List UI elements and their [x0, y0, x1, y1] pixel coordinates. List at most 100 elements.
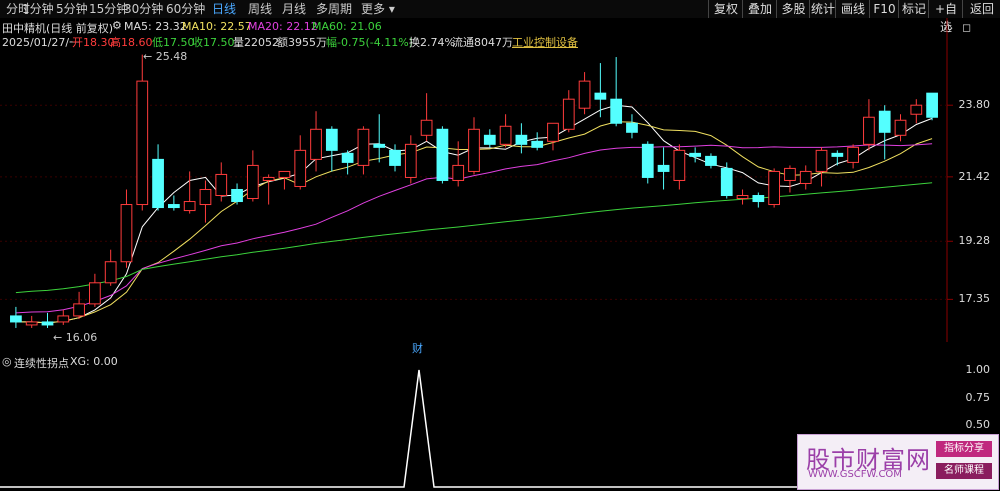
candle-body-1	[25, 321, 38, 326]
candle-body-21	[341, 152, 354, 163]
candle-body-3	[57, 315, 70, 323]
candle-body-8	[136, 80, 149, 206]
candle-body-51	[815, 149, 828, 172]
candle-7	[120, 189, 133, 268]
candle-35	[562, 90, 575, 133]
candle-body-56	[894, 119, 907, 136]
candle-58	[926, 92, 938, 121]
candle-11	[183, 171, 196, 214]
candle-body-55	[878, 110, 891, 133]
candle-26	[420, 93, 433, 142]
candle-body-27	[436, 128, 449, 181]
candle-body-11	[183, 201, 196, 212]
candle-body-54	[863, 116, 875, 145]
candle-51	[815, 147, 828, 187]
candle-13	[215, 162, 228, 202]
candle-38	[610, 57, 623, 127]
candle-0	[10, 306, 22, 328]
candle-body-48	[768, 170, 781, 206]
candle-12	[199, 180, 212, 223]
candle-body-37	[594, 92, 607, 100]
candle-23	[373, 114, 386, 163]
candle-2	[41, 312, 54, 328]
candle-body-49	[784, 167, 796, 181]
candle-body-17	[278, 170, 291, 178]
candle-body-28	[452, 164, 465, 181]
candle-41	[657, 147, 670, 190]
candle-52	[831, 150, 844, 166]
candle-body-16	[262, 176, 275, 181]
candle-body-10	[167, 204, 180, 209]
candle-34	[547, 122, 559, 151]
candle-body-14	[231, 188, 243, 203]
y-axis-label-0: 23.80	[958, 98, 991, 112]
candle-25	[404, 135, 417, 184]
candle-body-30	[483, 134, 496, 145]
candle-body-13	[215, 173, 228, 197]
candle-body-7	[120, 204, 133, 263]
candle-31	[499, 114, 512, 148]
candle-body-47	[752, 195, 765, 203]
watermark-url: WWW.GSCFW.COM	[808, 469, 902, 480]
candle-body-23	[373, 143, 386, 148]
candle-body-44	[705, 155, 717, 166]
candle-24	[389, 144, 401, 172]
candle-body-19	[310, 128, 322, 160]
candle-body-52	[831, 152, 844, 157]
candle-48	[768, 168, 781, 208]
candle-body-20	[325, 128, 338, 151]
candle-body-43	[689, 152, 702, 157]
candle-body-24	[389, 149, 401, 166]
candle-18	[294, 135, 307, 190]
candle-17	[278, 170, 291, 190]
candle-47	[752, 192, 765, 208]
candle-body-41	[657, 164, 670, 172]
watermark-tag-1: 指标分享	[936, 441, 992, 457]
candle-body-29	[468, 128, 480, 172]
candle-57	[910, 99, 923, 124]
candle-body-40	[641, 143, 654, 178]
watermark-logo: 股市财富网 WWW.GSCFW.COM 指标分享 名师课程	[797, 434, 999, 490]
candle-body-57	[910, 104, 923, 115]
candle-29	[468, 117, 480, 175]
candle-40	[641, 141, 654, 184]
candle-46	[736, 189, 749, 205]
indicator-axis-label-1: 0.75	[965, 391, 991, 404]
candle-body-38	[610, 98, 623, 124]
candle-6	[104, 249, 117, 286]
candle-9	[152, 144, 164, 211]
indicator-axis-label-0: 1.00	[965, 363, 991, 376]
candle-30	[483, 129, 496, 148]
candle-3	[57, 309, 70, 325]
watermark-tag-2: 名师课程	[936, 463, 992, 479]
candle-body-42	[673, 149, 686, 181]
candle-body-12	[199, 188, 212, 206]
candle-body-39	[626, 122, 638, 133]
candle-45	[720, 162, 733, 199]
candle-body-34	[547, 122, 559, 142]
candle-body-50	[799, 170, 812, 184]
high-annotation: ← 25.48	[143, 50, 188, 63]
candle-body-15	[246, 164, 259, 200]
candle-21	[341, 150, 354, 175]
candle-body-4	[73, 303, 85, 317]
candle-body-31	[499, 125, 512, 145]
candle-14	[231, 183, 243, 205]
candle-27	[436, 126, 449, 184]
candle-body-18	[294, 149, 307, 187]
candle-body-6	[104, 261, 117, 284]
candle-22	[357, 126, 370, 175]
candle-body-26	[420, 119, 433, 136]
low-annotation: ← 16.06	[53, 331, 98, 344]
candle-50	[799, 165, 812, 190]
candle-20	[325, 126, 338, 172]
candle-body-45	[720, 167, 733, 197]
indicator-axis-label-2: 0.50	[965, 418, 991, 431]
candle-39	[626, 114, 638, 139]
candle-body-5	[89, 282, 101, 305]
candle-8	[136, 54, 149, 211]
candle-body-53	[847, 146, 859, 163]
candle-36	[578, 72, 591, 115]
candle-42	[673, 144, 686, 190]
candle-body-22	[357, 128, 370, 166]
